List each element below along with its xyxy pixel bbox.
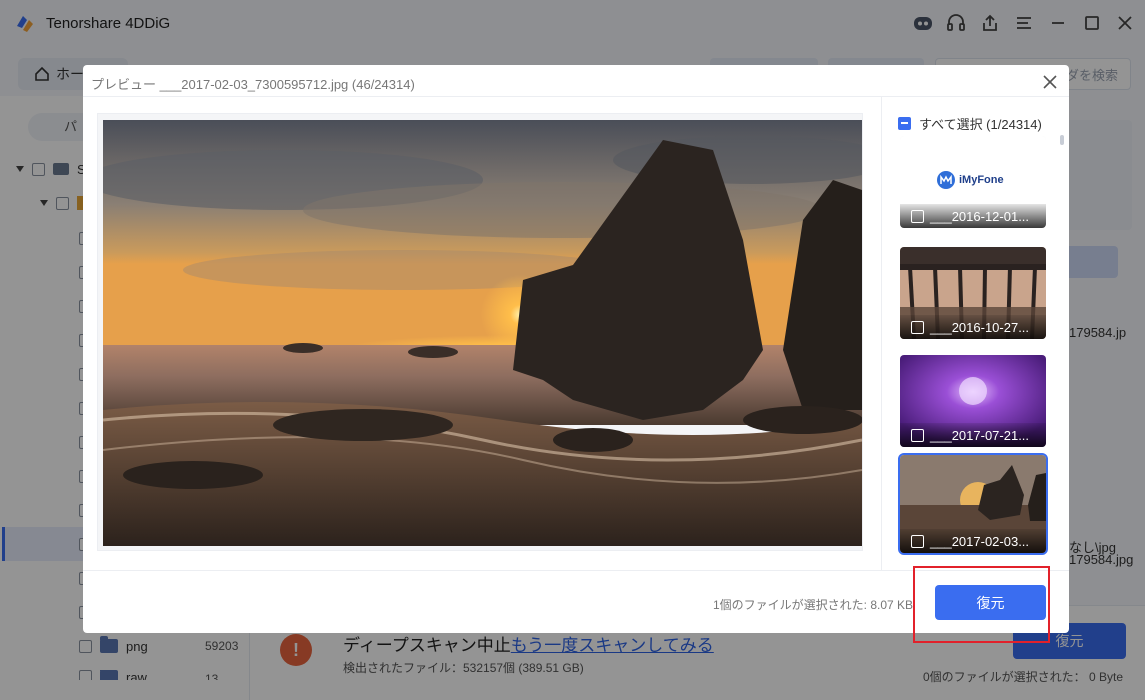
preview-title: プレビュー ___2017-02-03_7300595712.jpg (46/2… (91, 77, 415, 92)
partial-check-icon[interactable] (898, 117, 911, 130)
selected-file-info: 1個のファイルが選択された: 8.07 KB (713, 598, 914, 612)
thumbnail-checkbox[interactable] (911, 209, 924, 223)
thumbnail-item-active[interactable]: ___2017-02-03... (898, 453, 1048, 555)
thumbnail-filename: ___2016-12-01... (930, 208, 1030, 224)
thumbnail-checkbox[interactable] (911, 534, 924, 548)
select-all-label: すべて選択 (1/24314) (919, 117, 1042, 132)
thumbnail-caption: ___2016-12-01... (900, 204, 1046, 228)
thumbnail-item[interactable]: ___2016-10-27... (900, 247, 1046, 339)
close-icon[interactable] (1039, 71, 1061, 93)
thumbnail-filename: ___2016-10-27... (930, 319, 1030, 335)
thumbnail-caption: ___2017-07-21... (900, 423, 1046, 447)
thumbnail-caption: ___2017-02-03... (900, 529, 1046, 553)
highlight-annotation-box (913, 566, 1050, 643)
divider (881, 96, 882, 570)
preview-image-frame (97, 113, 863, 551)
preview-image (103, 120, 862, 546)
thumbnail-filename: ___2017-02-03... (930, 533, 1030, 549)
thumbnail-checkbox[interactable] (911, 428, 924, 442)
thumbnail-checkbox[interactable] (911, 320, 924, 334)
imyfone-logo: iMyFone (936, 170, 1004, 190)
divider (83, 96, 1069, 97)
thumbnail-caption: ___2016-10-27... (900, 315, 1046, 339)
preview-dialog: プレビュー ___2017-02-03_7300595712.jpg (46/2… (83, 65, 1069, 633)
scrollbar[interactable] (1060, 135, 1064, 145)
thumbnail-item[interactable]: iMyFone ___2016-12-01... (900, 136, 1046, 228)
select-all-checkbox[interactable]: すべて選択 (1/24314) (898, 114, 1042, 133)
imyfone-logo-text: iMyFone (959, 174, 1004, 186)
thumbnail-filename: ___2017-07-21... (930, 427, 1030, 443)
thumbnail-item[interactable]: ___2017-07-21... (900, 355, 1046, 447)
